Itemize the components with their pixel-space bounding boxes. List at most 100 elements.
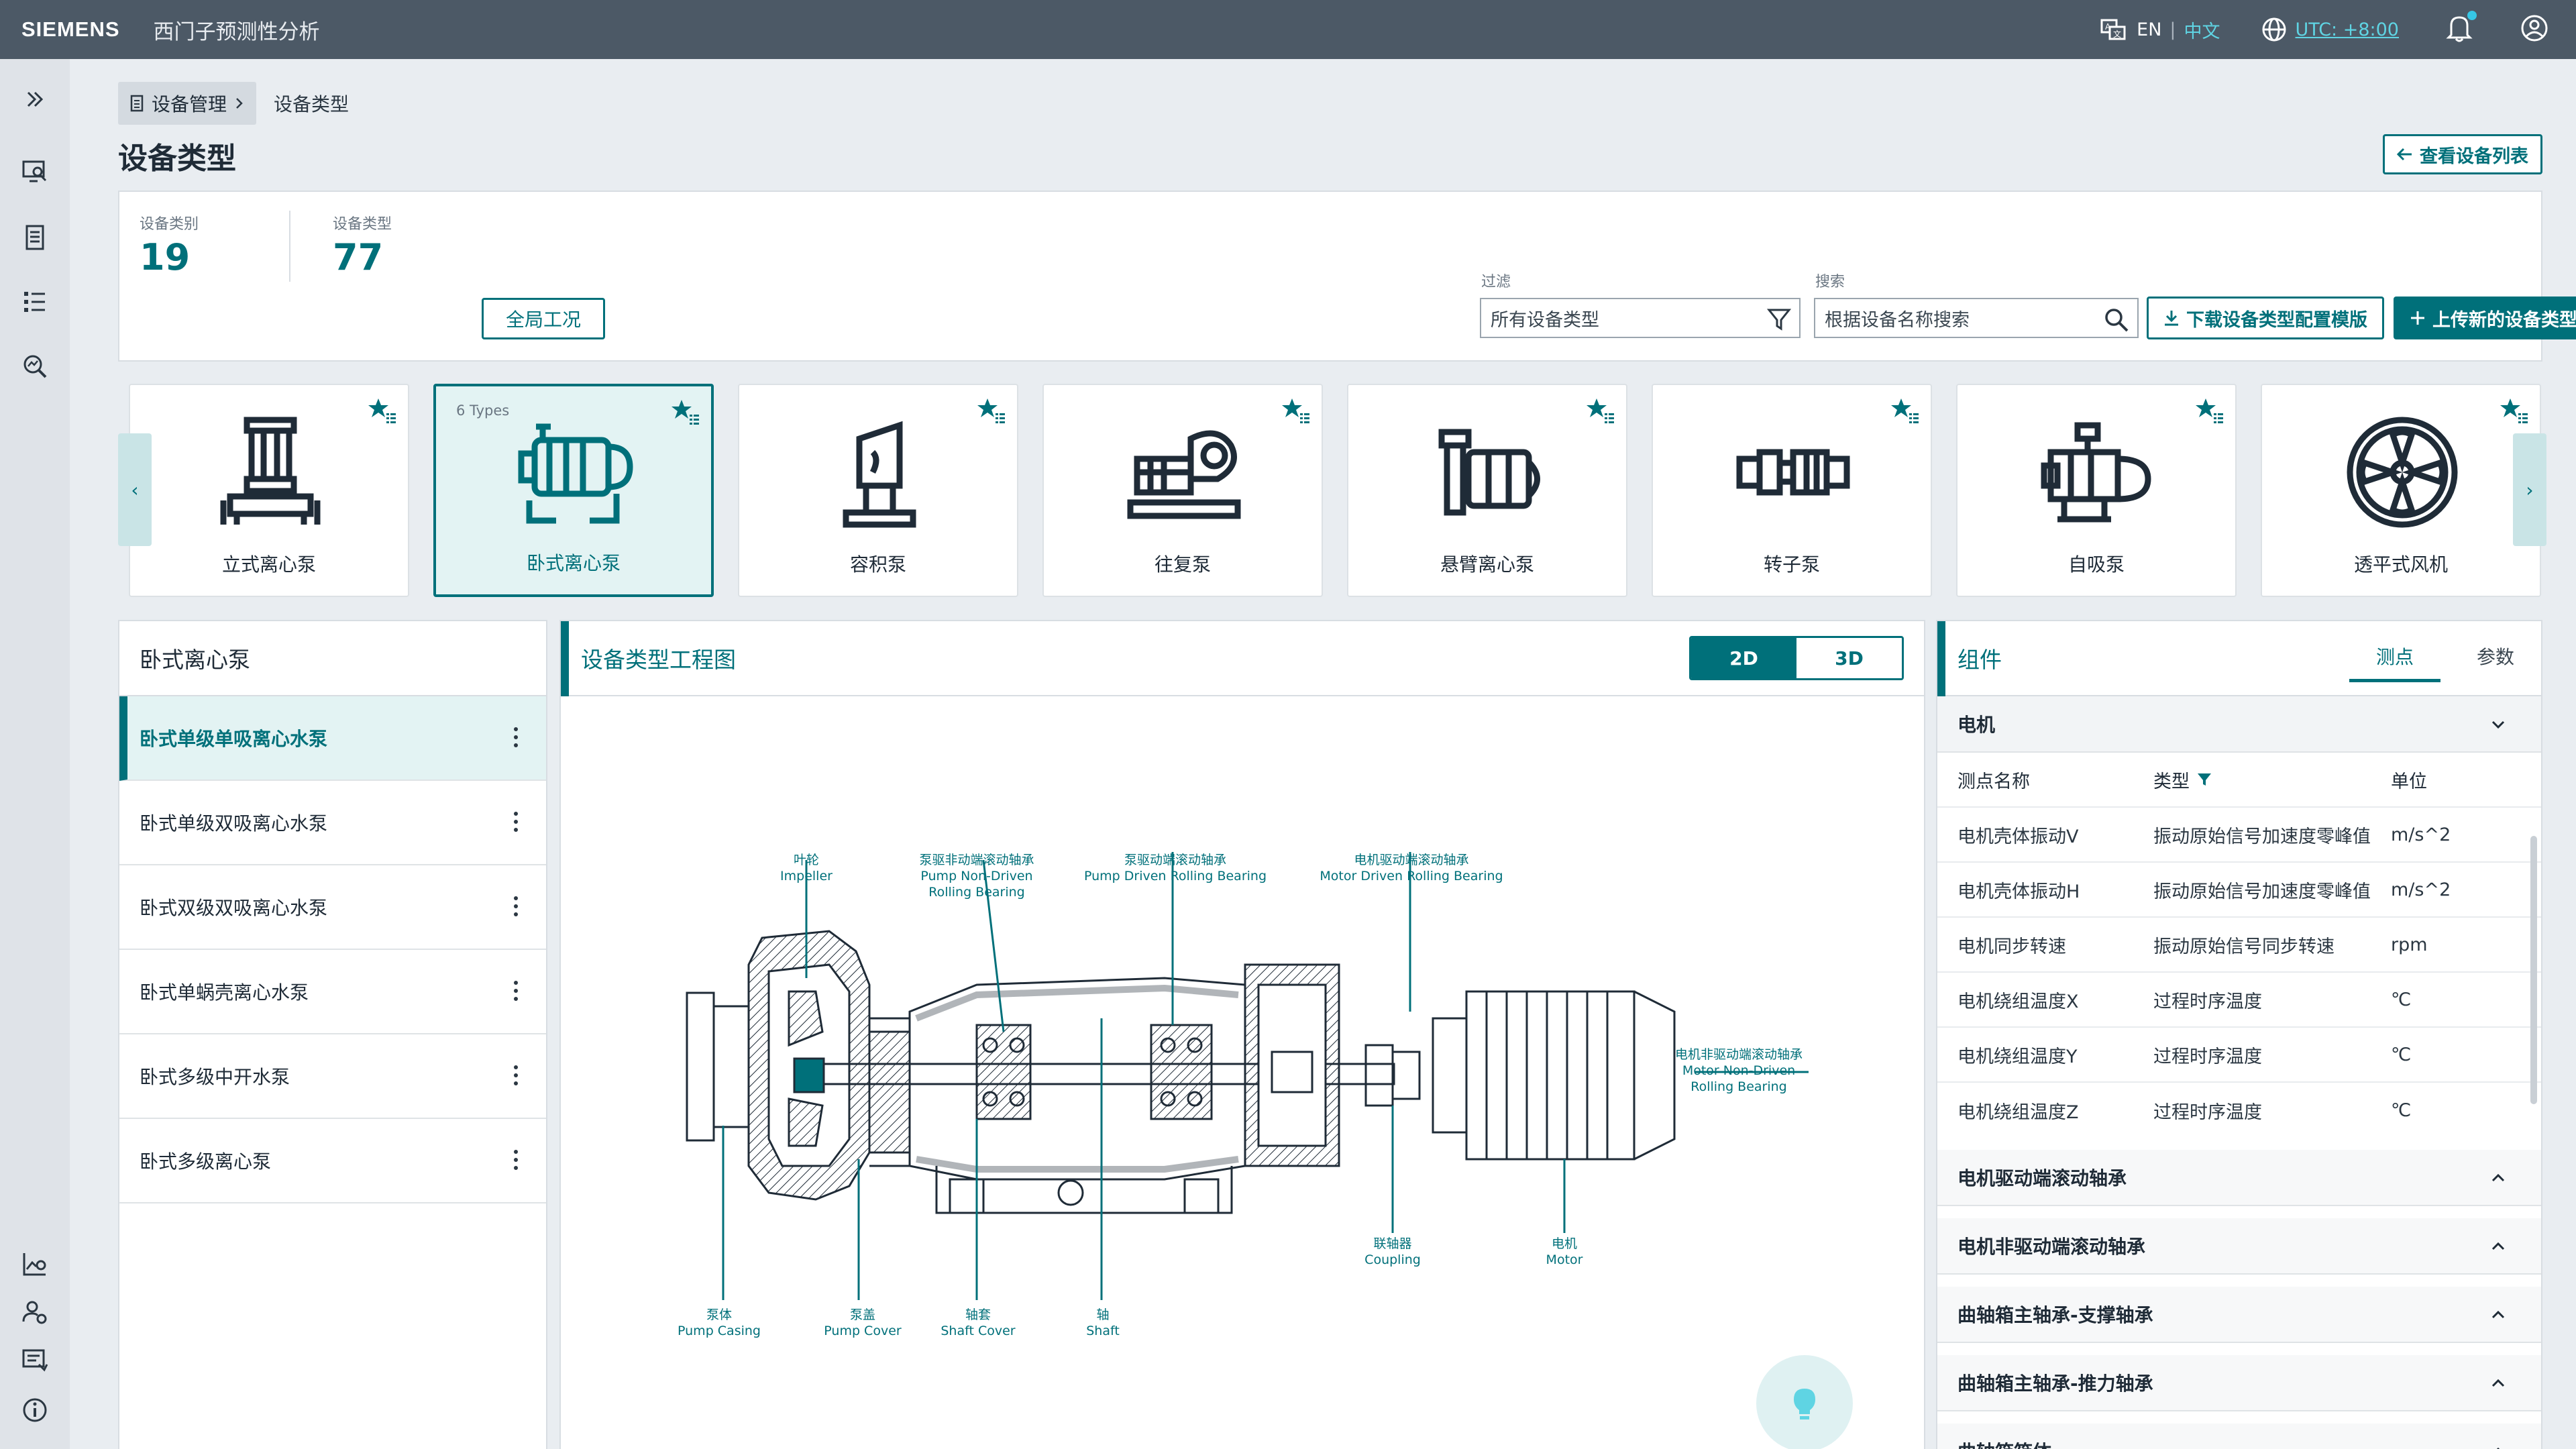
user-menu-button[interactable] xyxy=(2520,13,2549,46)
label-motor-en: Motor xyxy=(1546,1252,1583,1267)
type-count: 6 Types xyxy=(456,402,510,419)
stats-bar: 设备类别 19 设备类型 77 全局工况 过滤 所有设备类型 搜索 根据设备名称… xyxy=(118,191,2576,362)
list-item[interactable]: 卧式单级双吸离心水泵 xyxy=(119,781,546,865)
favorite-list-icon[interactable] xyxy=(2500,397,2529,424)
filter-icon[interactable] xyxy=(2196,771,2212,788)
global-condition-button[interactable]: 全局工况 xyxy=(482,298,605,339)
sidebar-item-stats[interactable] xyxy=(20,1249,50,1279)
favorite-list-icon[interactable] xyxy=(1586,397,1615,424)
chevron-right-icon: › xyxy=(2526,478,2534,501)
category-name: 容积泵 xyxy=(849,553,906,576)
tab-measurement-points[interactable]: 测点 xyxy=(2349,643,2440,682)
drawing-title: 设备类型工程图 xyxy=(581,647,736,673)
more-options-icon[interactable] xyxy=(514,1065,519,1085)
timezone-selector[interactable]: UTC: +8:00 xyxy=(2261,16,2399,43)
label-shaft-en: Shaft xyxy=(1086,1324,1120,1338)
sidebar-item-about[interactable] xyxy=(20,1395,50,1425)
label-mdb-en: Motor Driven Rolling Bearing xyxy=(1320,869,1503,883)
favorite-list-icon[interactable] xyxy=(671,398,700,425)
list-item[interactable]: 卧式单蜗壳离心水泵 xyxy=(119,950,546,1034)
row-name: 电机壳体振动H xyxy=(1957,881,2080,902)
table-row[interactable]: 电机壳体振动V 振动原始信号加速度零峰值 m/s^2 xyxy=(1937,808,2541,863)
accordion-group[interactable]: 曲轴箱主轴承-支撑轴承 xyxy=(1937,1287,2541,1343)
view-device-list-button[interactable]: 查看设备列表 xyxy=(2383,134,2542,174)
favorite-list-icon[interactable] xyxy=(1281,397,1311,424)
list-item[interactable]: 卧式多级中开水泵 xyxy=(119,1034,546,1119)
lang-zh[interactable]: 中文 xyxy=(2184,17,2220,43)
table-scrollbar[interactable] xyxy=(2530,836,2537,1104)
list-item[interactable]: 卧式多级离心泵 xyxy=(119,1119,546,1203)
breadcrumb-root[interactable]: 设备管理 xyxy=(118,82,257,125)
sidebar-item-device[interactable] xyxy=(20,223,50,252)
download-icon xyxy=(2165,311,2178,326)
table-row[interactable]: 电机绕组温度Y 过程时序温度 ℃ xyxy=(1937,1028,2541,1083)
list-item-label: 卧式双级双吸离心水泵 xyxy=(140,897,328,919)
col-type-header[interactable]: 类型 xyxy=(2153,767,2391,793)
accordion-motor[interactable]: 电机 xyxy=(1937,696,2541,753)
carousel-prev-button[interactable]: ‹ xyxy=(118,433,152,546)
sidebar xyxy=(0,59,70,1449)
accordion-label: 电机非驱动端滚动轴承 xyxy=(1957,1236,2146,1258)
tab-parameters[interactable]: 参数 xyxy=(2477,643,2514,682)
more-options-icon[interactable] xyxy=(514,1150,519,1170)
download-template-button[interactable]: 下载设备类型配置模版 xyxy=(2147,297,2384,339)
sidebar-item-monitor[interactable] xyxy=(20,157,50,186)
sidebar-item-reports[interactable] xyxy=(20,1346,50,1375)
info-icon xyxy=(23,1398,47,1422)
category-card[interactable]: 容积泵 xyxy=(738,384,1018,597)
hint-button[interactable] xyxy=(1756,1355,1853,1449)
label-mndb-cn: 电机非驱动端滚动轴承 xyxy=(1675,1047,1803,1062)
label-mndb-en1: Motor Non-Driven xyxy=(1682,1063,1795,1078)
language-switcher[interactable]: A文 EN | 中文 xyxy=(2100,17,2220,43)
sidebar-item-list[interactable] xyxy=(20,287,50,317)
timezone-value[interactable]: UTC: +8:00 xyxy=(2296,19,2399,40)
breadcrumb: 设备管理 设备类型 xyxy=(118,82,349,125)
table-row[interactable]: 电机绕组温度Z 过程时序温度 ℃ xyxy=(1937,1083,2541,1138)
upload-device-type-button[interactable]: 上传新的设备类型 xyxy=(2394,297,2576,339)
mode-3d-button[interactable]: 3D xyxy=(1796,638,1902,678)
carousel-next-button[interactable]: › xyxy=(2513,433,2546,546)
sidebar-item-analysis[interactable] xyxy=(20,352,50,381)
favorite-list-icon[interactable] xyxy=(368,397,397,424)
accordion-group[interactable]: 曲轴箱主轴承-推力轴承 xyxy=(1937,1355,2541,1411)
svg-text:文: 文 xyxy=(2113,29,2121,39)
search-input[interactable]: 根据设备名称搜索 xyxy=(1814,298,2139,338)
accordion-label: 电机驱动端滚动轴承 xyxy=(1957,1167,2127,1189)
notifications-button[interactable] xyxy=(2446,11,2477,46)
label-pndb-en1: Pump Non-Driven xyxy=(920,869,1032,883)
displacement-pump-icon xyxy=(843,421,916,528)
accordion-group[interactable]: 电机非驱动端滚动轴承 xyxy=(1937,1218,2541,1275)
more-options-icon[interactable] xyxy=(514,727,519,747)
filter-label: 过滤 xyxy=(1481,274,1511,290)
more-options-icon[interactable] xyxy=(514,812,519,832)
more-options-icon[interactable] xyxy=(514,981,519,1001)
lang-en[interactable]: EN xyxy=(2137,19,2161,40)
category-card[interactable]: 悬臂离心泵 xyxy=(1347,384,1627,597)
category-card[interactable]: 立式离心泵 xyxy=(129,384,409,597)
category-card[interactable]: 往复泵 xyxy=(1042,384,1323,597)
category-card[interactable]: 透平式风机 xyxy=(2261,384,2541,597)
more-options-icon[interactable] xyxy=(514,896,519,916)
chevron-up-icon xyxy=(2491,1379,2505,1387)
expand-sidebar-button[interactable] xyxy=(20,85,50,114)
label-motor-cn: 电机 xyxy=(1552,1236,1577,1251)
device-type-filter[interactable]: 所有设备类型 xyxy=(1480,298,1801,338)
sidebar-item-users[interactable] xyxy=(20,1297,50,1327)
pump-body xyxy=(686,930,1676,1214)
favorite-list-icon[interactable] xyxy=(2195,397,2224,424)
category-card[interactable]: 自吸泵 xyxy=(1956,384,2237,597)
table-row[interactable]: 电机同步转速 振动原始信号同步转速 rpm xyxy=(1937,918,2541,973)
components-tabs: 测点 参数 xyxy=(2349,643,2514,682)
accordion-group[interactable]: 曲轴箱箱体 xyxy=(1937,1424,2541,1449)
mode-2d-button[interactable]: 2D xyxy=(1691,638,1796,678)
accordion-group[interactable]: 电机驱动端滚动轴承 xyxy=(1937,1150,2541,1206)
list-item[interactable]: 卧式双级双吸离心水泵 xyxy=(119,865,546,950)
category-card[interactable]: 转子泵 xyxy=(1652,384,1932,597)
list-item-selected[interactable]: 卧式单级单吸离心水泵 xyxy=(119,696,546,781)
favorite-list-icon[interactable] xyxy=(1890,397,1920,424)
table-row[interactable]: 电机壳体振动H 振动原始信号加速度零峰值 m/s^2 xyxy=(1937,863,2541,918)
table-row[interactable]: 电机绕组温度X 过程时序温度 ℃ xyxy=(1937,973,2541,1028)
category-card-selected[interactable]: 6 Types 卧式离心泵 xyxy=(433,384,714,597)
favorite-list-icon[interactable] xyxy=(977,397,1006,424)
global-condition-label: 全局工况 xyxy=(505,309,581,331)
